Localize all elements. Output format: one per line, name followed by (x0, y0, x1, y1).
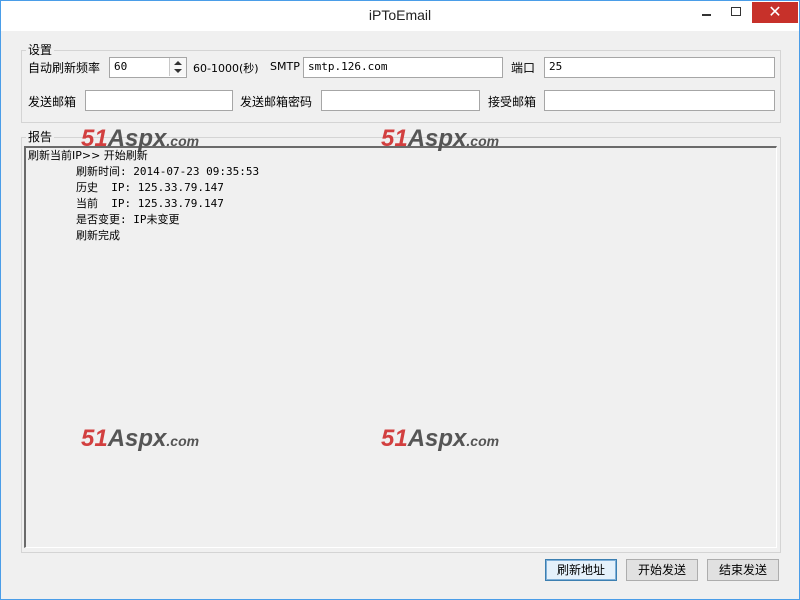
report-line: 刷新时间: 2014-07-23 09:35:53 (76, 165, 260, 178)
watermark-logo: 51Aspx.com (381, 125, 500, 152)
watermark-logo: 51Aspx.com (381, 425, 500, 452)
close-button[interactable]: ✕ (752, 2, 798, 23)
watermark-logo: 51Aspx.com (81, 425, 200, 452)
app-window: iPToEmail ✕ 设置 自动刷新频率 60 60-1000(秒) SMTP… (0, 0, 800, 600)
watermark-logo: 51Aspx.com (81, 125, 200, 152)
window-title: iPToEmail (368, 7, 432, 23)
stop-sending-button[interactable]: 结束发送 (707, 559, 779, 581)
report-log-textarea[interactable]: 刷新当前IP>> 开始刷新 刷新时间: 2014-07-23 09:35:53 … (24, 146, 777, 548)
port-input[interactable]: 25 (544, 57, 775, 78)
spin-down-icon[interactable] (174, 69, 182, 73)
sender-password-input[interactable] (321, 90, 480, 111)
maximize-icon (731, 7, 741, 16)
sender-email-input[interactable] (85, 90, 233, 111)
port-label: 端口 (511, 61, 536, 75)
report-line: 刷新完成 (76, 229, 120, 242)
sender-password-label: 发送邮箱密码 (240, 95, 313, 109)
refresh-interval-label: 自动刷新频率 (28, 61, 101, 75)
receiver-email-label: 接受邮箱 (488, 95, 537, 109)
refresh-range-label: 60-1000(秒) (193, 62, 259, 75)
report-line: 是否变更: IP未变更 (76, 213, 180, 226)
minimize-button[interactable] (693, 2, 719, 22)
sender-email-label: 发送邮箱 (28, 95, 77, 109)
refresh-address-button[interactable]: 刷新地址 (545, 559, 617, 581)
refresh-interval-spinner[interactable] (169, 58, 186, 76)
minimize-icon (702, 14, 711, 16)
start-sending-button[interactable]: 开始发送 (626, 559, 698, 581)
report-line: 历史 IP: 125.33.79.147 (76, 181, 224, 194)
spin-up-icon[interactable] (174, 61, 182, 65)
close-icon: ✕ (768, 2, 782, 21)
report-group-label: 报告 (26, 128, 55, 145)
smtp-server-input[interactable]: smtp.126.com (303, 57, 503, 78)
smtp-label: SMTP (270, 60, 300, 73)
settings-group-label: 设置 (26, 41, 55, 58)
report-line: 当前 IP: 125.33.79.147 (76, 197, 224, 210)
maximize-button[interactable] (723, 2, 749, 22)
receiver-email-input[interactable] (544, 90, 775, 111)
title-bar[interactable]: iPToEmail ✕ (1, 1, 799, 31)
